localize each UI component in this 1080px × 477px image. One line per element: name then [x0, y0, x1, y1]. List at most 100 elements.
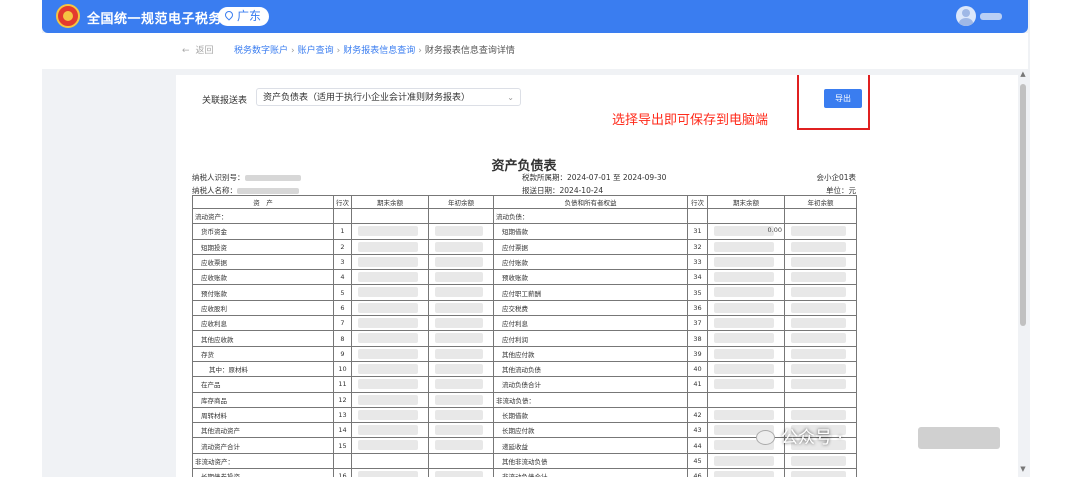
liability-end-balance — [707, 406, 785, 424]
location-pin-icon — [223, 9, 235, 21]
table-row: 预付账款 5 应付职工薪酬 35 — [192, 284, 857, 301]
blurred-value — [358, 379, 418, 390]
asset-item: 货币资金 — [192, 223, 334, 240]
breadcrumb-link-tax-account[interactable]: 税务数字账户 — [234, 46, 288, 56]
liability-line-no: 32 — [687, 238, 708, 255]
asset-item: 应收利息 — [192, 315, 334, 332]
blurred-value — [714, 287, 774, 298]
asset-item: 预付账款 — [192, 284, 334, 301]
table-row: 流动资产： 流动负债： — [192, 207, 857, 225]
asset-item: 周转材料 — [192, 406, 334, 424]
table-row: 应收利息 7 应付利息 37 — [192, 315, 857, 332]
back-label: 返回 — [195, 46, 214, 56]
asset-end-balance — [351, 330, 429, 347]
column-header: 年初余额 — [428, 195, 494, 209]
liability-begin-balance — [784, 315, 857, 332]
table-row: 存货 9 其他应付款 39 — [192, 345, 857, 362]
export-button[interactable]: 导出 — [824, 89, 862, 108]
region-label: 广东 — [237, 9, 262, 23]
wechat-icon — [756, 430, 775, 445]
liability-begin-balance — [784, 238, 857, 255]
user-name-blurred[interactable] — [980, 13, 1002, 20]
asset-begin-balance — [428, 422, 494, 439]
liability-end-balance — [707, 253, 785, 271]
asset-end-balance — [351, 406, 429, 424]
column-header: 资 产 — [192, 195, 334, 209]
taxpayer-id-label: 纳税人识别号： — [192, 173, 245, 182]
scroll-down-arrow-icon[interactable]: ▼ — [1018, 465, 1028, 473]
blurred-value — [791, 471, 846, 477]
taxpayer-name-blurred — [237, 188, 299, 194]
asset-begin-balance — [428, 253, 494, 271]
liability-item: 长期借款 — [493, 406, 688, 424]
asset-line-no: 5 — [333, 284, 352, 301]
column-header: 负债和所有者权益 — [493, 195, 688, 209]
table-row: 在产品 11 流动负债合计 41 — [192, 376, 857, 393]
blurred-value — [435, 363, 483, 374]
asset-item: 其中：原材料 — [192, 360, 334, 378]
table-row: 应收股利 6 应交税费 36 — [192, 299, 857, 317]
liability-begin-balance — [784, 376, 857, 393]
blurred-value — [714, 226, 774, 237]
blurred-value — [358, 440, 418, 451]
watermark-name-blurred — [918, 427, 1000, 449]
liability-line-no: 44 — [687, 437, 708, 454]
liability-begin-balance — [784, 207, 857, 225]
assoc-report-select[interactable]: 资产负债表（适用于执行小企业会计准则财务报表） ⌄ — [256, 88, 521, 106]
asset-begin-balance — [428, 360, 494, 378]
blurred-value — [714, 333, 774, 344]
blurred-value — [791, 333, 846, 344]
assoc-report-select-value: 资产负债表（适用于执行小企业会计准则财务报表） — [263, 93, 471, 103]
liability-item: 短期借款 — [493, 223, 688, 240]
form-code: 会小企01表 — [816, 173, 856, 182]
liability-line-no: 33 — [687, 253, 708, 271]
asset-begin-balance — [428, 299, 494, 317]
liability-item: 应付利息 — [493, 315, 688, 332]
breadcrumb-link-account-query[interactable]: 账户查询 — [298, 46, 334, 56]
blurred-value — [714, 241, 774, 252]
region-selector[interactable]: 广东 — [218, 7, 270, 26]
blurred-value — [791, 455, 846, 466]
taxpayer-id-blurred — [244, 175, 301, 181]
blurred-value — [358, 333, 418, 344]
asset-end-balance — [351, 468, 429, 477]
asset-item: 短期投资 — [192, 238, 334, 255]
asset-end-balance — [351, 238, 429, 255]
asset-item: 库存商品 — [192, 391, 334, 408]
liability-item: 非流动负债合计 — [493, 468, 688, 477]
blurred-value — [791, 379, 846, 390]
blurred-value — [435, 409, 483, 420]
blurred-value — [714, 348, 774, 359]
table-row: 货币资金 1 短期借款 31 0.00 — [192, 223, 857, 240]
asset-begin-balance — [428, 376, 494, 393]
blurred-value — [435, 333, 483, 344]
taxpayer-name-label: 纳税人名称： — [192, 186, 237, 195]
export-annotation: 选择导出即可保存到电脑端 — [612, 113, 769, 128]
asset-item: 其他应收款 — [192, 330, 334, 347]
back-button[interactable]: ← 返回 — [182, 33, 214, 69]
asset-end-balance — [351, 223, 429, 240]
liability-end-balance — [707, 452, 785, 470]
breadcrumb-link-report-query[interactable]: 财务报表信息查询 — [343, 46, 415, 56]
watermark: 公众号 · — [756, 423, 843, 448]
table-row: 应收票据 3 应付账款 33 — [192, 253, 857, 271]
blurred-value — [358, 394, 418, 405]
asset-begin-balance — [428, 315, 494, 332]
blurred-value — [714, 363, 774, 374]
blurred-value — [791, 363, 846, 374]
liability-line-no: 39 — [687, 345, 708, 362]
scrollbar-thumb[interactable] — [1020, 84, 1026, 326]
blurred-value — [358, 272, 418, 283]
column-header: 期末余额 — [707, 195, 785, 209]
assoc-report-label: 关联报送表 — [202, 96, 248, 106]
liability-item: 其他应付款 — [493, 345, 688, 362]
blurred-value — [714, 272, 774, 283]
user-avatar-icon[interactable] — [956, 6, 976, 26]
blurred-value — [435, 272, 483, 283]
asset-begin-balance — [428, 406, 494, 424]
asset-line-no — [333, 452, 352, 470]
liability-begin-balance — [784, 391, 857, 408]
report-date-label: 报送日期： — [522, 186, 560, 195]
liability-line-no: 40 — [687, 360, 708, 378]
table-row: 周转材料 13 长期借款 42 — [192, 406, 857, 424]
